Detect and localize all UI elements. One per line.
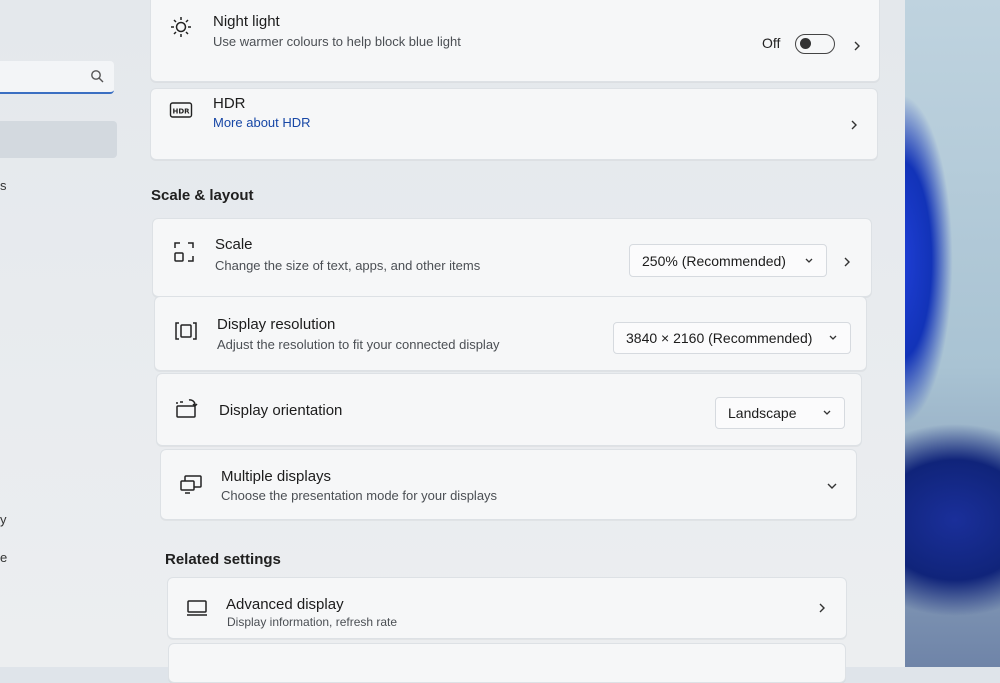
display-orientation-dropdown-value: Landscape [728,405,797,421]
display-resolution-dropdown[interactable]: 3840 × 2160 (Recommended) [613,322,851,354]
resolution-icon [175,322,197,340]
search-icon [91,70,104,83]
settings-window: s y e Night light Use warmer colours to … [0,0,905,683]
chevron-right-icon [854,41,860,51]
search-input[interactable] [0,61,114,94]
advanced-display-title: Advanced display [226,596,344,613]
display-resolution-dropdown-value: 3840 × 2160 (Recommended) [626,330,813,346]
chevron-right-icon [819,603,825,613]
sidebar-item-fragment[interactable]: y [0,512,7,527]
hdr-icon: HDR [169,102,193,118]
night-light-card[interactable]: Night light Use warmer colours to help b… [150,0,880,82]
scale-title: Scale [215,236,253,253]
display-resolution-subtitle: Adjust the resolution to fit your connec… [217,337,500,352]
chevron-down-icon[interactable] [826,480,838,492]
orientation-icon [176,399,198,418]
multiple-displays-card[interactable]: Multiple displays Choose the presentatio… [160,449,857,520]
sidebar-item-selected[interactable] [0,121,117,158]
display-orientation-dropdown[interactable]: Landscape [715,397,845,429]
display-orientation-title: Display orientation [219,402,343,419]
related-settings-heading: Related settings [165,551,281,568]
chevron-down-icon [805,258,813,263]
advanced-display-subtitle: Display information, refresh rate [227,615,398,629]
night-light-toggle[interactable] [795,34,835,54]
sidebar-item-fragment[interactable]: s [0,178,7,193]
chevron-right-icon [851,120,857,130]
display-resolution-card[interactable]: Display resolution Adjust the resolution… [154,296,867,371]
chevron-down-icon [823,410,831,415]
chevron-right-icon [844,257,850,267]
monitor-icon [187,600,207,616]
toggle-knob [800,38,811,49]
multiple-displays-subtitle: Choose the presentation mode for your di… [221,488,498,503]
night-light-subtitle: Use warmer colours to help block blue li… [213,34,461,49]
scale-card[interactable]: Scale Change the size of text, apps, and… [152,218,872,297]
brightness-icon [171,17,191,37]
night-light-title: Night light [213,13,280,30]
display-resolution-title: Display resolution [217,316,336,333]
next-related-card[interactable] [168,643,846,683]
multiple-displays-title: Multiple displays [221,468,332,485]
advanced-display-card[interactable]: Advanced display Display information, re… [167,577,847,639]
hdr-title: HDR [213,95,246,112]
scale-subtitle: Change the size of text, apps, and other… [215,258,481,273]
hdr-more-link[interactable]: More about HDR [213,115,311,130]
multiple-displays-icon [180,475,202,494]
scale-icon [174,242,194,262]
scale-dropdown-value: 250% (Recommended) [642,252,786,269]
scale-dropdown[interactable]: 250% (Recommended) [629,244,827,277]
sidebar-item-fragment[interactable]: e [0,550,7,565]
hdr-card[interactable]: HDR HDR More about HDR [150,88,878,160]
night-light-toggle-state: Off [762,35,781,51]
scale-layout-heading: Scale & layout [151,187,254,204]
chevron-down-icon [829,335,837,340]
display-orientation-card[interactable]: Display orientation Landscape [156,373,862,446]
svg-text:HDR: HDR [172,108,190,116]
